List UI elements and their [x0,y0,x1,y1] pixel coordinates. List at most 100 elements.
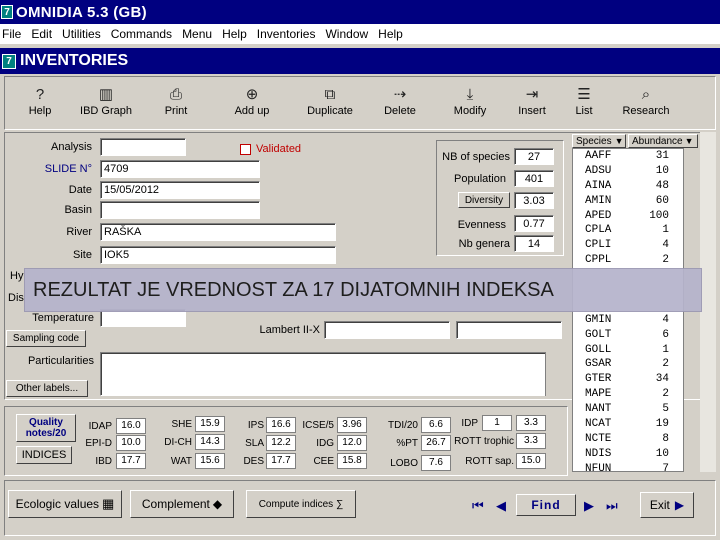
river-label: River [66,226,92,238]
idg-value: 12.0 [337,435,367,451]
basin-field[interactable] [100,201,260,219]
window-scrollbar[interactable] [700,132,716,472]
list-item[interactable]: NCAT 19 [573,417,683,432]
species-code: GTER [585,373,612,386]
pt-label: %PT [396,438,418,449]
research-button[interactable]: ⌕ Research [615,83,677,127]
delete-icon: ⇢ [393,86,407,103]
list-item[interactable]: NANT 5 [573,402,683,417]
analysis-field[interactable] [100,138,186,156]
species-code: MAPE [585,388,612,401]
first-record-icon[interactable]: ⏮ [472,498,484,514]
slide-field[interactable]: 4709 [100,160,260,178]
diversity-field: 3.03 [514,192,554,209]
particularities-scrollbar[interactable] [545,352,562,396]
basin-label: Basin [64,204,92,216]
list-button[interactable]: ☰ List [553,83,615,127]
menu-file[interactable]: File [2,27,21,41]
subwindow-icon: 7 [2,53,16,69]
sampling-code-button[interactable]: Sampling code [6,330,86,347]
epi-d-value: 10.0 [116,435,146,451]
list-item[interactable]: GOLL 1 [573,343,683,358]
site-field[interactable]: IOK5 [100,246,336,264]
lobo-label: LOBO [390,458,418,469]
ips-label: IPS [247,420,264,431]
print-button[interactable]: ⎙ Print [145,83,207,127]
species-sort-button[interactable]: Species ▼ [572,134,626,148]
find-button[interactable]: Find [516,494,576,516]
species-count: 60 [655,194,669,207]
abundance-sort-button[interactable]: Abundance ▼ [628,134,698,148]
help-button[interactable]: ? Help [9,83,71,127]
menu-inventories[interactable]: Inventories [257,27,316,41]
list-item[interactable]: GTER 34 [573,372,683,387]
species-count: 48 [655,179,669,192]
list-item[interactable]: AINA 48 [573,179,683,194]
evenness-label: Evenness [457,219,506,231]
exit-button[interactable]: Exit ▶ [640,492,694,518]
menu-help-2[interactable]: Help [378,27,403,41]
complement-button[interactable]: Complement ◆ [130,490,234,518]
modify-button[interactable]: ⤓ Modify [439,83,501,127]
add-up-button[interactable]: ⊕ Add up [221,83,283,127]
abundance-header-label: Abundance [632,135,683,147]
list-item[interactable]: NDIS 10 [573,447,683,462]
other-labels-button[interactable]: Other labels... [6,380,88,397]
list-item[interactable]: CPPL 2 [573,253,683,268]
evenness-field: 0.77 [514,215,554,232]
species-code: CPLI [585,239,612,252]
particularities-field[interactable] [100,352,562,396]
river-field[interactable]: RAŠKA [100,223,336,241]
tdi-label: TDI/20 [387,420,418,431]
quality-notes-button[interactable]: Quality notes/20 [16,414,76,442]
nb-species-field: 27 [514,148,554,165]
wat-label: WAT [170,456,192,467]
duplicate-button[interactable]: ⧉ Duplicate [299,83,361,127]
question-icon: ? [35,85,45,103]
list-item[interactable]: APED 100 [573,209,683,224]
ibd-graph-label: IBD Graph [80,105,132,117]
previous-record-icon[interactable]: ◀ [496,498,506,514]
indices-button[interactable]: INDICES [16,446,72,464]
list-item[interactable]: GOLT 6 [573,328,683,343]
list-item[interactable]: CPLA 1 [573,223,683,238]
lambert-field[interactable] [324,321,450,339]
menu-help[interactable]: Help [222,27,247,41]
species-count: 31 [655,150,669,162]
menu-commands[interactable]: Commands [111,27,172,41]
list-item[interactable]: AAFF 31 [573,149,683,164]
list-item[interactable]: NCTE 8 [573,432,683,447]
validated-checkbox[interactable] [240,144,251,155]
list-item[interactable]: GMIN 4 [573,313,683,328]
list-label: List [575,105,593,117]
list-item[interactable]: ADSU 10 [573,164,683,179]
modify-icon: ⤓ [466,85,474,103]
species-count: 1 [662,343,669,356]
idg-label: IDG [316,438,334,449]
last-record-icon[interactable]: ⏭ [606,498,618,514]
menu-menu[interactable]: Menu [182,27,212,41]
list-item[interactable]: MAPE 2 [573,387,683,402]
lambert-y-field[interactable] [456,321,562,339]
ecological-values-button[interactable]: Ecologic values ▦ [8,490,122,518]
next-record-icon[interactable]: ▶ [584,498,594,514]
menu-edit[interactable]: Edit [31,27,52,41]
list-item[interactable]: NFUN 7 [573,462,683,471]
menu-utilities[interactable]: Utilities [62,27,101,41]
ibd-graph-button[interactable]: ▥ IBD Graph [75,83,137,127]
duplicate-icon: ⧉ [324,85,336,103]
exit-arrow-icon: ▶ [674,498,685,512]
rott-trophic-label: ROTT trophic [454,436,514,447]
compute-indices-button[interactable]: Compute indices ∑ [246,490,356,518]
diversity-button[interactable]: Diversity [458,192,510,208]
list-item[interactable]: AMIN 60 [573,194,683,209]
date-field[interactable]: 15/05/2012 [100,181,260,199]
list-item[interactable]: GSAR 2 [573,357,683,372]
research-icon: ⌕ [641,85,651,103]
species-code: CPLA [585,224,612,237]
menu-window[interactable]: Window [325,27,368,41]
list-item[interactable]: CPLI 4 [573,238,683,253]
cee-label: CEE [313,456,334,467]
idap-label: IDAP [88,421,112,432]
delete-button[interactable]: ⇢ Delete [369,83,431,127]
